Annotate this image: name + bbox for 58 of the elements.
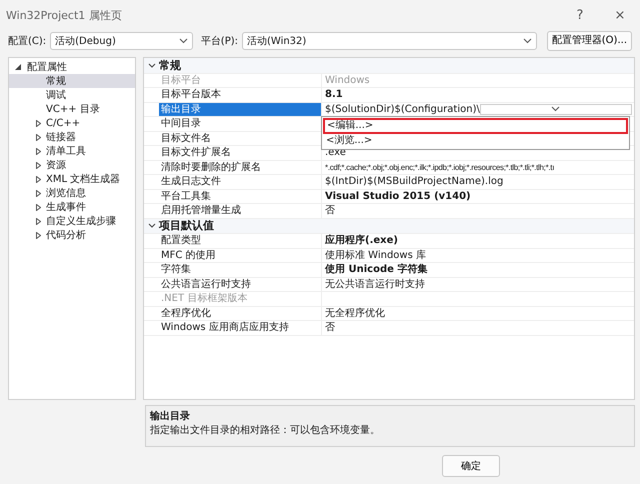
description-text: 指定输出文件目录的相对路径：可以包含环境变量。 [150, 424, 381, 437]
property-name[interactable]: 配置类型 [159, 234, 322, 248]
tree-item[interactable]: 链接器 [9, 130, 135, 144]
property-name[interactable]: 字符集 [159, 263, 322, 276]
tree-item[interactable]: VC++ 目录 [9, 102, 135, 116]
tree-item[interactable]: XML 文档生成器 [9, 172, 135, 186]
chevron-icon [178, 38, 188, 44]
config-manager-button[interactable]: 配置管理器(O)... [546, 31, 632, 51]
dropdown-option[interactable]: <浏览...> [323, 134, 628, 148]
property-name[interactable]: 启用托管增量生成 [159, 204, 322, 218]
property-value[interactable]: 应用程序(.exe) [325, 234, 634, 248]
chevron-icon [522, 38, 532, 44]
property-name[interactable]: 清除时要删除的扩展名 [159, 160, 322, 174]
tree-item[interactable]: C/C++ [9, 116, 135, 130]
tree-item[interactable]: 代码分析 [9, 228, 135, 242]
collapse-icon[interactable] [148, 62, 156, 68]
property-name[interactable]: 生成日志文件 [159, 175, 322, 188]
property-value[interactable]: Visual Studio 2015 (v140) [325, 190, 634, 203]
property-value[interactable]: 使用标准 Windows 库 [325, 248, 634, 262]
close-button[interactable]: × [600, 8, 640, 22]
property-name[interactable]: 平台工具集 [159, 190, 322, 203]
property-name[interactable]: 目标平台版本 [159, 88, 322, 102]
tree-item[interactable]: 生成事件 [9, 200, 135, 214]
collapse-icon[interactable] [148, 223, 156, 228]
property-value[interactable]: 无全程序优化 [325, 306, 634, 320]
config-label: 配置(C): [8, 34, 46, 48]
tree-item[interactable]: 浏览信息 [9, 186, 135, 200]
dropdown-option[interactable]: <编辑...> [323, 118, 628, 134]
property-value[interactable]: 使用 Unicode 字符集 [325, 263, 634, 276]
window-title: Win32Project1 属性页 [6, 8, 123, 22]
property-value[interactable]: 8.1 [325, 88, 634, 102]
platform-label: 平台(P): [200, 34, 238, 48]
property-name[interactable]: Windows 应用商店应用支持 [159, 321, 322, 334]
section-header[interactable]: 常规 [144, 58, 634, 74]
tree-item[interactable]: 自定义生成步骤 [9, 214, 135, 228]
help-button[interactable]: ? [560, 8, 600, 22]
ok-button[interactable]: 确定 [442, 455, 500, 477]
tree-item[interactable]: 常规 [9, 74, 135, 88]
property-name[interactable]: 输出目录 [159, 102, 322, 116]
property-value[interactable]: $(IntDir)$(MSBuildProjectName).log [325, 175, 634, 188]
property-value[interactable]: *.cdf;*.cache;*.obj;*.obj.enc;*.ilk;*.ipdb;*.iobj;*.resources;*.tlb;*.tli;*.tlh;*.tı [325, 160, 634, 174]
tree-item[interactable]: 调试 [9, 88, 135, 102]
property-value[interactable]: $(SolutionDir)$(Configuration)\ [325, 102, 480, 116]
tree-item[interactable]: 清单工具 [9, 144, 135, 158]
property-value[interactable]: 否 [325, 321, 634, 334]
chevron-icon [551, 106, 560, 112]
property-value[interactable]: 无公共语言运行时支持 [325, 278, 634, 291]
config-dropdown[interactable]: 活动(Debug) [50, 32, 193, 50]
property-value[interactable]: 否 [325, 204, 634, 218]
description-title: 输出目录 [150, 410, 191, 423]
tree-item[interactable]: 资源 [9, 158, 135, 172]
tree-item[interactable]: 配置属性 [9, 60, 135, 74]
property-name[interactable]: 全程序优化 [159, 306, 322, 320]
platform-dropdown[interactable]: 活动(Win32) [242, 32, 537, 50]
collapse-icon[interactable] [15, 64, 21, 70]
property-name[interactable]: 公共语言运行时支持 [159, 278, 322, 291]
section-header[interactable]: 项目默认值 [144, 218, 634, 234]
property-name[interactable]: MFC 的使用 [159, 248, 322, 262]
